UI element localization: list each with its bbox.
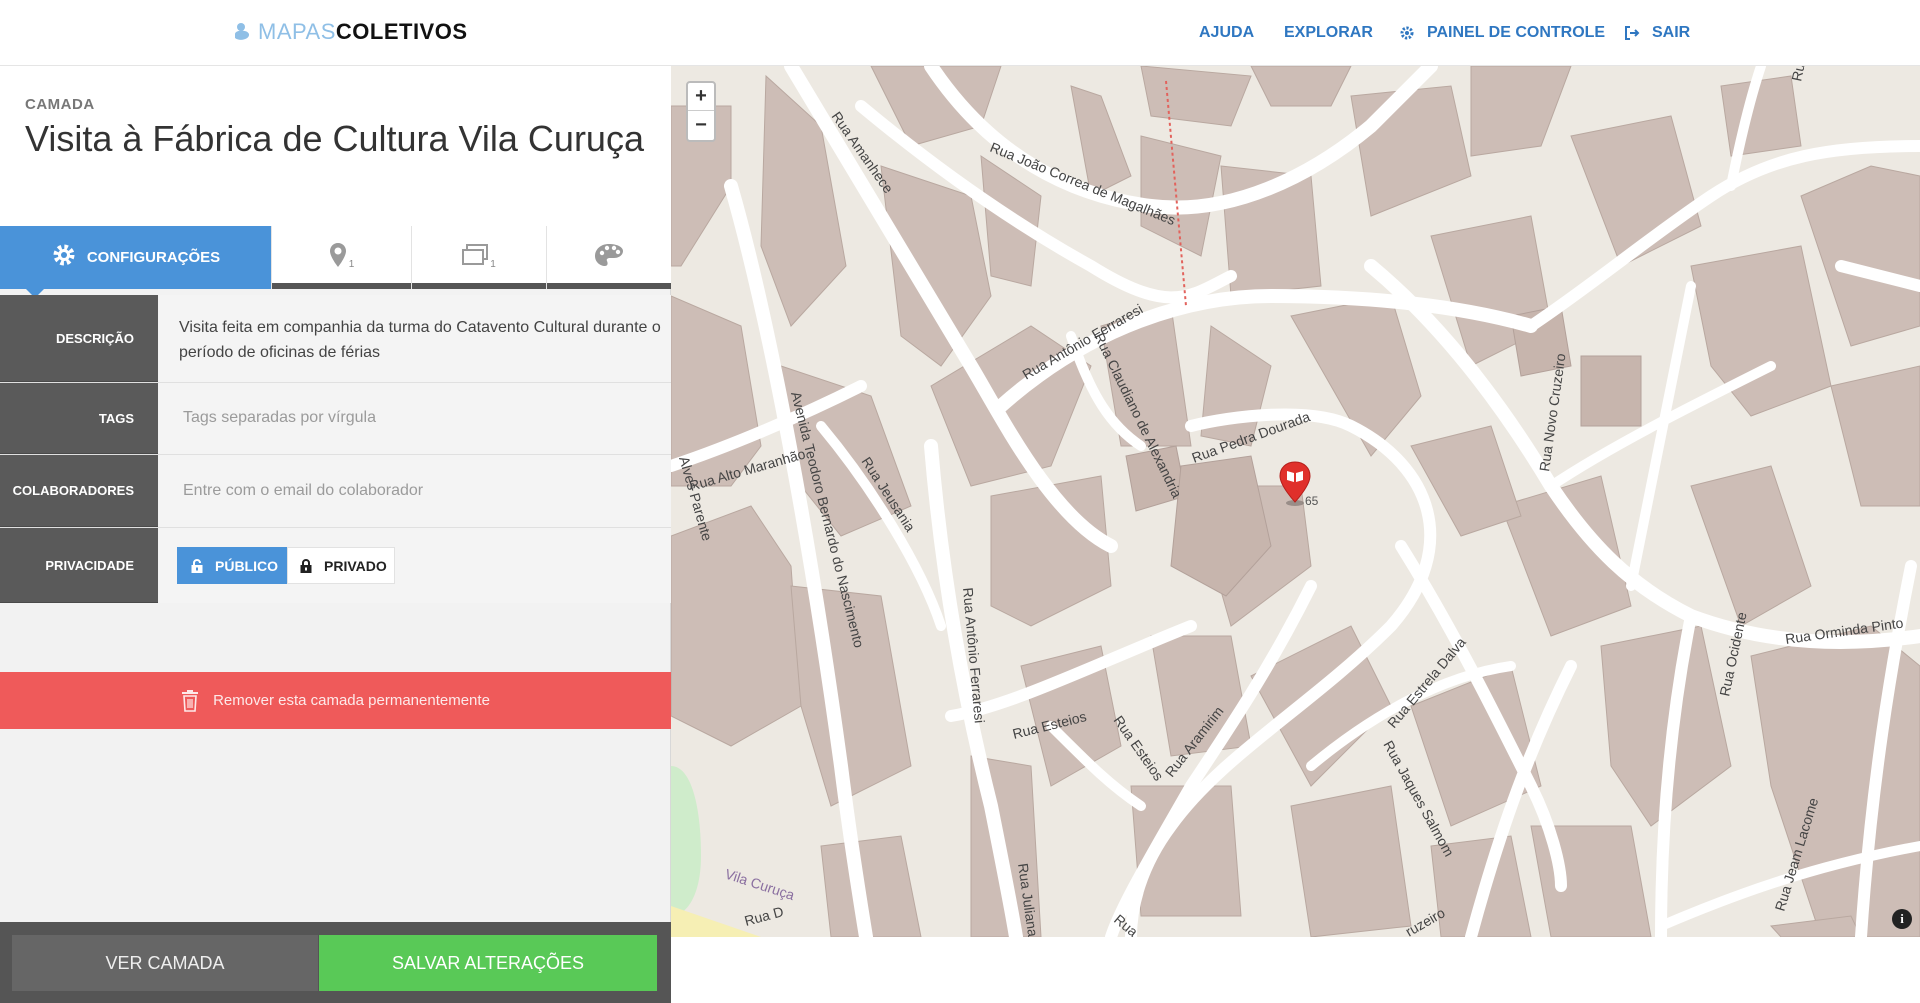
privacy-public-label: PÚBLICO — [215, 557, 278, 574]
palette-icon — [594, 242, 624, 273]
marker-count: 65 — [1305, 494, 1319, 508]
layer-kicker: CAMADA — [25, 96, 95, 113]
tags-label: TAGS — [0, 383, 158, 454]
nav-explorar-link[interactable]: EXPLORAR — [1284, 22, 1373, 44]
collaborator-email-input[interactable]: Entre com o email do colaborador — [159, 455, 671, 527]
lock-open-icon — [191, 558, 203, 573]
tab-content[interactable]: 1 — [412, 226, 547, 289]
nav-ajuda-link[interactable]: AJUDA — [1199, 22, 1254, 44]
stacked-images-icon — [462, 244, 489, 271]
description-label: DESCRIÇÃO — [0, 295, 158, 382]
sidebar-footer: VER CAMADA SALVAR ALTERAÇÕES — [0, 922, 671, 1003]
logo-text-light: MAPAS — [258, 19, 336, 44]
privacy-private-button[interactable]: PRIVADO — [287, 547, 395, 584]
layer-sidebar: CAMADA Visita à Fábrica de Cultura Vila … — [0, 66, 671, 1003]
settings-form: DESCRIÇÃO Visita feita em companhia da t… — [0, 295, 671, 603]
description-row: DESCRIÇÃO Visita feita em companhia da t… — [0, 295, 671, 383]
tab-settings[interactable]: CONFIGURAÇÕES — [0, 226, 272, 289]
collaborator-placeholder: Entre com o email do colaborador — [183, 482, 424, 499]
view-layer-button[interactable]: VER CAMADA — [12, 935, 318, 991]
tab-style[interactable] — [547, 226, 671, 289]
tab-content-count: 1 — [490, 259, 496, 270]
gear-icon — [1399, 25, 1415, 41]
map-marker-icon — [329, 242, 347, 273]
privacy-public-button[interactable]: PÚBLICO — [177, 547, 287, 584]
info-icon[interactable]: i — [1892, 909, 1912, 929]
nav-sair-label: SAIR — [1652, 24, 1691, 41]
zoom-in-button[interactable]: + — [688, 83, 714, 111]
privacy-private-label: PRIVADO — [324, 557, 387, 574]
description-field[interactable]: Visita feita em companhia da turma do Ca… — [159, 295, 671, 382]
top-header: MAPAS COLETIVOS AJUDA EXPLORAR PAINEL DE… — [0, 0, 1920, 66]
save-changes-button[interactable]: SALVAR ALTERAÇÕES — [319, 935, 657, 991]
privacy-label: PRIVACIDADE — [0, 528, 158, 603]
nav-ajuda-label: AJUDA — [1199, 24, 1255, 41]
nav-sair-link[interactable]: SAIR — [1624, 22, 1690, 44]
logo-mark-icon — [234, 21, 252, 43]
layer-title: Visita à Fábrica de Cultura Vila Curuça — [25, 118, 644, 159]
logo[interactable]: MAPAS COLETIVOS — [234, 18, 468, 46]
privacy-field: PÚBLICO PRIVADO — [159, 528, 671, 603]
remove-layer-label: Remover esta camada permanentemente — [213, 692, 490, 709]
remove-layer-button[interactable]: Remover esta camada permanentemente — [0, 672, 671, 729]
description-text: Visita feita em companhia da turma do Ca… — [179, 319, 661, 361]
tab-features-count: 1 — [348, 259, 355, 270]
tags-input[interactable]: Tags separadas por vírgula — [159, 383, 671, 454]
zoom-control: + − — [686, 81, 716, 142]
map-view[interactable]: Rua Amanhece Rua João Correa de Magalhãe… — [671, 66, 1920, 937]
nav-painel-label: PAINEL DE CONTROLE — [1427, 24, 1606, 41]
layer-header: CAMADA Visita à Fábrica de Cultura Vila … — [0, 66, 671, 226]
tags-placeholder: Tags separadas por vírgula — [183, 409, 376, 426]
privacy-row: PRIVACIDADE PÚBLICO PRIVADO — [0, 528, 671, 603]
trash-icon — [181, 689, 199, 712]
tab-features[interactable]: 1 — [272, 226, 412, 289]
nav-explorar-label: EXPLORAR — [1284, 24, 1373, 41]
tab-settings-label: CONFIGURAÇÕES — [86, 249, 221, 266]
lock-icon — [300, 558, 312, 573]
sign-out-icon — [1624, 25, 1640, 41]
layer-tabs: CONFIGURAÇÕES 1 1 — [0, 226, 671, 289]
logo-text-bold: COLETIVOS — [335, 19, 468, 44]
gear-icon — [51, 242, 77, 273]
tags-row: TAGS Tags separadas por vírgula — [0, 383, 671, 455]
collaborators-label: COLABORADORES — [0, 455, 158, 527]
nav-painel-link[interactable]: PAINEL DE CONTROLE — [1399, 22, 1605, 44]
zoom-out-button[interactable]: − — [688, 111, 714, 139]
collaborators-row: COLABORADORES Entre com o email do colab… — [0, 455, 671, 528]
